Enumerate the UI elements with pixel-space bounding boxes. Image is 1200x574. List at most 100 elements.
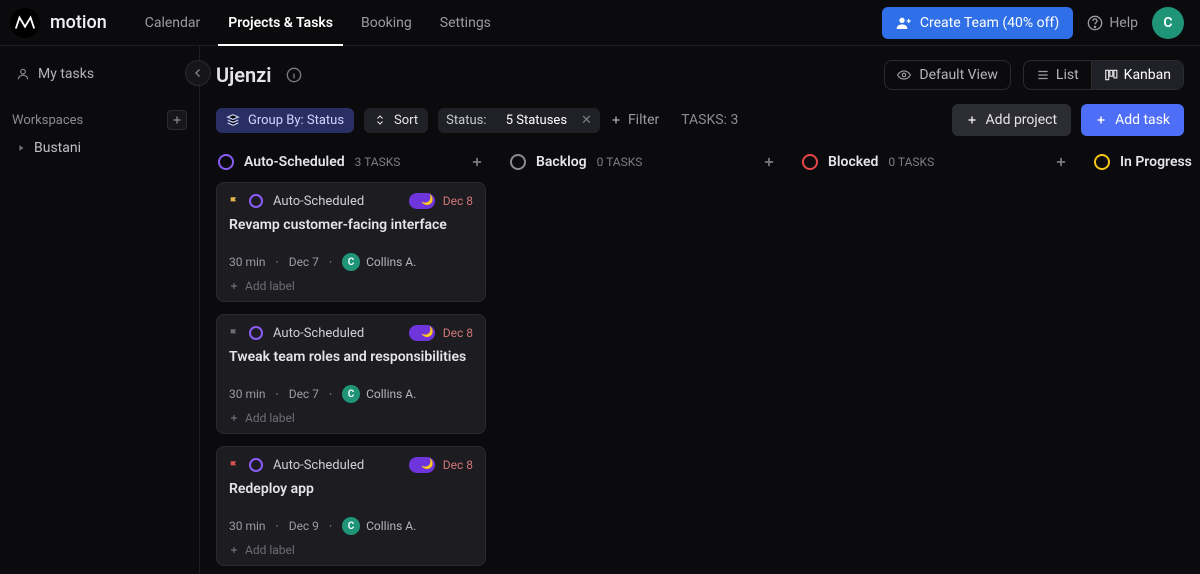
sidebar-my-tasks[interactable]: My tasks [12, 60, 187, 88]
flag-icon [229, 327, 239, 339]
view-kanban-button[interactable]: Kanban [1091, 61, 1183, 89]
topnav: Calendar Projects & Tasks Booking Settin… [135, 0, 501, 46]
card-scheduled-date: Dec 7 [289, 255, 319, 269]
plus-icon [1054, 155, 1068, 169]
task-card[interactable]: Auto-Scheduled Dec 8 Redeploy app 30 min… [216, 446, 486, 566]
column-backlog: Backlog 0 TASKS [508, 148, 778, 558]
content: Ujenzi Default View List Kanban [200, 46, 1200, 574]
workspace-bustani[interactable]: Bustani [12, 130, 187, 166]
status-filter-chip[interactable]: Status: 5 Statuses ✕ [438, 108, 600, 133]
card-scheduled-date: Dec 7 [289, 387, 319, 401]
group-by-chip[interactable]: Group By: Status [216, 108, 354, 133]
brand-name: motion [50, 12, 107, 33]
auto-schedule-toggle[interactable] [409, 193, 435, 209]
card-assignee[interactable]: C Collins A. [342, 253, 416, 271]
add-workspace-button[interactable] [167, 110, 187, 130]
column-header: Backlog 0 TASKS [508, 148, 778, 182]
assignee-name: Collins A. [366, 387, 416, 401]
view-list-button[interactable]: List [1024, 61, 1091, 89]
column-add-task-button[interactable] [470, 155, 484, 169]
add-user-icon [896, 15, 912, 31]
plus-icon [762, 155, 776, 169]
card-top: Auto-Scheduled Dec 8 [229, 193, 473, 209]
project-title: Ujenzi [216, 63, 272, 87]
add-filter-button[interactable]: Filter [610, 112, 659, 128]
workspace-name: Bustani [34, 140, 81, 156]
view-kanban-label: Kanban [1124, 67, 1171, 83]
card-title: Tweak team roles and responsibilities [229, 349, 473, 365]
add-label-button[interactable]: Add label [229, 543, 473, 557]
status-ring-icon [249, 458, 263, 472]
chevron-left-icon [192, 67, 204, 79]
plus-icon [229, 545, 239, 555]
info-icon[interactable] [286, 67, 302, 83]
sort-icon [374, 114, 386, 126]
nav-settings[interactable]: Settings [430, 0, 501, 46]
view-list-label: List [1056, 67, 1079, 83]
toolbar: Group By: Status Sort Status: 5 Statuses… [200, 104, 1200, 148]
user-avatar[interactable]: C [1152, 7, 1184, 39]
create-team-button[interactable]: Create Team (40% off) [882, 7, 1073, 39]
column-header: In Progress 0 TASKS [1092, 148, 1200, 182]
card-due-date: Dec 8 [443, 458, 473, 472]
default-view-button[interactable]: Default View [884, 60, 1011, 90]
group-by-label: Group By: Status [248, 113, 344, 128]
status-filter-clear[interactable]: ✕ [581, 113, 592, 128]
assignee-avatar: C [342, 517, 360, 535]
brand[interactable]: motion [10, 8, 107, 38]
kanban-board: Auto-Scheduled 3 TASKS Auto-Scheduled [200, 148, 1200, 574]
brand-logo-icon [10, 8, 40, 38]
column-blocked: Blocked 0 TASKS [800, 148, 1070, 558]
task-card[interactable]: Auto-Scheduled Dec 8 Tweak team roles an… [216, 314, 486, 434]
help-button[interactable]: Help [1087, 15, 1138, 31]
card-assignee[interactable]: C Collins A. [342, 385, 416, 403]
column-header: Auto-Scheduled 3 TASKS [216, 148, 486, 182]
add-task-button[interactable]: Add task [1081, 104, 1184, 136]
plus-icon [229, 281, 239, 291]
card-status: Auto-Scheduled [273, 326, 364, 341]
nav-booking[interactable]: Booking [351, 0, 422, 46]
task-count-summary: TASKS: 3 [681, 112, 738, 128]
card-duration: 30 min [229, 519, 266, 533]
toolbar-right: Add project Add task [952, 104, 1184, 136]
status-ring-icon [249, 326, 263, 340]
card-top: Auto-Scheduled Dec 8 [229, 457, 473, 473]
flag-icon [229, 459, 239, 471]
plus-icon [171, 114, 183, 126]
eye-icon [897, 68, 911, 82]
column-count: 3 TASKS [355, 155, 401, 169]
view-toggle: List Kanban [1023, 60, 1184, 90]
add-label-text: Add label [245, 543, 295, 557]
status-ring-icon [802, 154, 818, 170]
task-card[interactable]: Auto-Scheduled Dec 8 Revamp customer-fac… [216, 182, 486, 302]
column-add-task-button[interactable] [1054, 155, 1068, 169]
flag-icon [229, 195, 239, 207]
add-project-button[interactable]: Add project [952, 104, 1072, 136]
card-title: Revamp customer-facing interface [229, 217, 473, 233]
nav-calendar[interactable]: Calendar [135, 0, 211, 46]
add-label-button[interactable]: Add label [229, 279, 473, 293]
nav-projects-tasks[interactable]: Projects & Tasks [218, 0, 343, 46]
sidebar: My tasks Workspaces Bustani [0, 46, 200, 574]
sidebar-collapse-button[interactable] [185, 60, 211, 86]
list-icon [1036, 68, 1050, 82]
sort-chip[interactable]: Sort [364, 108, 428, 133]
default-view-label: Default View [919, 67, 998, 83]
user-icon [16, 67, 30, 81]
plus-icon [470, 155, 484, 169]
status-ring-icon [510, 154, 526, 170]
status-ring-icon [218, 154, 234, 170]
auto-schedule-toggle[interactable] [409, 457, 435, 473]
card-status: Auto-Scheduled [273, 194, 364, 209]
add-project-label: Add project [986, 112, 1058, 128]
stack-icon [226, 113, 240, 127]
column-add-task-button[interactable] [762, 155, 776, 169]
column-count: 0 TASKS [888, 155, 934, 169]
add-label-button[interactable]: Add label [229, 411, 473, 425]
auto-schedule-toggle[interactable] [409, 325, 435, 341]
column-title: Blocked [828, 154, 878, 170]
help-label: Help [1109, 15, 1138, 31]
card-assignee[interactable]: C Collins A. [342, 517, 416, 535]
view-switch: Default View List Kanban [884, 60, 1184, 90]
plus-icon [966, 114, 978, 126]
